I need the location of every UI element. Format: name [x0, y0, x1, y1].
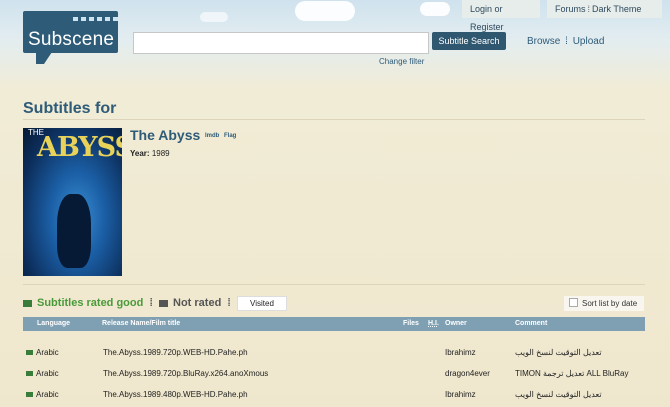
logo-speech-tail — [36, 52, 52, 64]
col-files: Files — [403, 320, 419, 327]
movie-year: Year: 1989 — [130, 149, 170, 158]
sort-by-date[interactable]: Sort list by date — [564, 296, 644, 311]
sort-label: Sort list by date — [582, 299, 638, 308]
year-value: 1989 — [151, 149, 170, 158]
movie-title: The Abyss — [130, 127, 201, 143]
cloud-decoration — [200, 12, 228, 22]
browse-link[interactable]: Browse — [527, 36, 560, 47]
dark-theme-link[interactable]: Dark Theme — [592, 4, 641, 14]
table-row[interactable]: Arabic The.Abyss.1989.720p.WEB-HD.Pahe.p… — [23, 344, 645, 362]
filter-rated-good[interactable]: Subtitles rated good — [37, 297, 143, 309]
col-owner: Owner — [445, 320, 467, 327]
row-release[interactable]: The.Abyss.1989.480p.WEB-HD.Pahe.ph — [103, 390, 248, 399]
divider — [23, 119, 645, 120]
film-strip-icon — [73, 17, 118, 21]
row-release[interactable]: The.Abyss.1989.720p.WEB-HD.Pahe.ph — [103, 348, 248, 357]
row-language: Arabic — [36, 348, 59, 357]
poster-logo: ABYSS — [37, 132, 122, 163]
divider — [23, 284, 645, 285]
change-filter-link[interactable]: Change filter — [379, 57, 424, 66]
row-language: Arabic — [36, 369, 59, 378]
row-language: Arabic — [36, 390, 59, 399]
cloud-decoration — [420, 2, 450, 16]
table-row[interactable]: Arabic The.Abyss.1989.480p.WEB-HD.Pahe.p… — [23, 386, 645, 404]
col-release: Release Name/Film title — [102, 320, 181, 327]
flag-link[interactable]: Flag — [224, 133, 236, 139]
logo-text: Subscene — [28, 29, 115, 50]
row-owner[interactable]: Ibrahimz — [445, 348, 476, 357]
row-owner[interactable]: Ibrahimz — [445, 390, 476, 399]
subtitle-flag-icon — [26, 350, 33, 355]
col-language: Language — [37, 320, 71, 327]
login-register-link[interactable]: Login or Register — [462, 0, 540, 32]
rating-filter: Subtitles rated good ⁞ Not rated ⁞ Visit… — [23, 295, 287, 311]
row-owner[interactable]: dragon4ever — [445, 369, 490, 378]
subtitle-search-button[interactable]: Subtitle Search — [432, 32, 506, 50]
movie-poster[interactable]: THE ABYSS — [23, 128, 122, 276]
row-comment: تعديل التوقيت لنسخ الويب — [515, 390, 602, 399]
year-label: Year: — [130, 149, 150, 158]
subtitle-flag-icon — [159, 299, 169, 307]
main-nav: Browse ⁞ Upload — [527, 36, 605, 47]
cloud-decoration — [295, 1, 355, 21]
table-header: Language Release Name/Film title Files H… — [23, 317, 645, 331]
col-comment: Comment — [515, 320, 548, 327]
search-input[interactable] — [133, 32, 429, 54]
diver-silhouette — [57, 194, 91, 268]
top-right-links: Forums ⁞ Dark Theme — [547, 0, 662, 18]
filter-not-rated[interactable]: Not rated — [173, 297, 221, 309]
subtitle-flag-icon — [26, 392, 33, 397]
upload-link[interactable]: Upload — [573, 36, 605, 47]
movie-links: Imdb Flag — [205, 133, 236, 139]
col-hi: H.I. — [428, 320, 439, 327]
sort-checkbox[interactable] — [569, 298, 578, 307]
row-release[interactable]: The.Abyss.1989.720p.BluRay.x264.anoXmous — [103, 369, 268, 378]
subtitle-flag-icon — [26, 371, 33, 376]
forums-link[interactable]: Forums — [555, 4, 586, 14]
table-row[interactable]: Arabic The.Abyss.1989.720p.BluRay.x264.a… — [23, 365, 645, 383]
row-comment: تعديل التوقيت لنسخ الويب — [515, 348, 602, 357]
imdb-link[interactable]: Imdb — [205, 133, 219, 139]
row-comment: TIMON تعديل ترجمة ALL BluRay — [515, 369, 629, 378]
page-title: Subtitles for — [23, 100, 117, 117]
subtitle-flag-icon — [23, 299, 32, 307]
filter-visited[interactable]: Visited — [236, 295, 287, 311]
